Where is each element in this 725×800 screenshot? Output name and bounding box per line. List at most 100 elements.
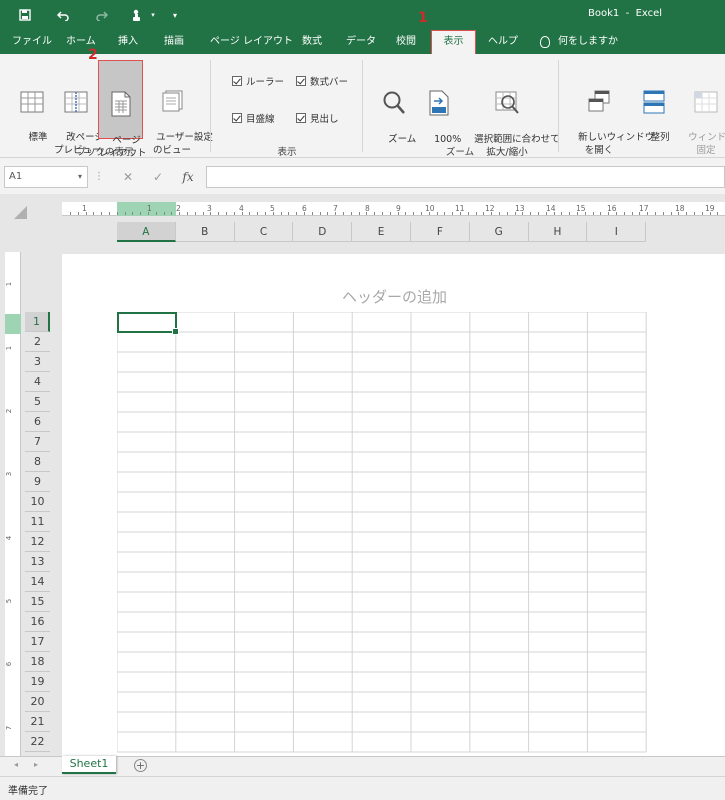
tab-view[interactable]: 表示 [431, 30, 476, 54]
gridlines-checkbox[interactable]: 目盛線 [232, 111, 275, 125]
column-header-d[interactable]: D [293, 222, 353, 242]
selected-cell[interactable] [117, 312, 179, 335]
ruler-tick [226, 212, 227, 215]
tab-formulas[interactable]: 数式 [302, 30, 322, 54]
ruler-number: 2 [5, 408, 14, 414]
freeze-panes-button[interactable]: ウィンドウ枠の 固定 [676, 64, 725, 170]
ruler-tick [686, 212, 688, 215]
column-header-a[interactable]: A [117, 222, 176, 242]
ruler-tick [545, 212, 547, 215]
ruler-tick [483, 212, 485, 215]
ruler-checkbox[interactable]: ルーラー [232, 74, 284, 88]
ruler-tick [647, 212, 649, 215]
zoom-selection-icon [495, 91, 519, 114]
column-header-c[interactable]: C [234, 222, 294, 242]
ruler-tick [530, 212, 532, 215]
tab-data[interactable]: データ [346, 30, 376, 54]
row-header-12[interactable]: 12 [25, 532, 50, 552]
add-sheet-icon[interactable]: + [134, 759, 147, 772]
sheet-tab-sheet1[interactable]: Sheet1 [62, 756, 116, 774]
row-header-7[interactable]: 7 [25, 432, 50, 452]
tab-draw[interactable]: 描画 [164, 30, 184, 54]
ruler-tick [202, 212, 204, 215]
ruler-number: 4 [5, 535, 14, 541]
row-header-1[interactable]: 1 [25, 312, 50, 332]
headings-checkbox[interactable]: 見出し [296, 111, 339, 125]
row-header-16[interactable]: 16 [25, 612, 50, 632]
redo-icon[interactable] [90, 0, 112, 30]
chevron-down-icon[interactable]: ▾ [78, 167, 82, 187]
scroll-right-icon[interactable]: ▸ [34, 760, 38, 769]
row-header-20[interactable]: 20 [25, 692, 50, 712]
ruler-tick [569, 212, 571, 215]
cell-grid[interactable] [117, 312, 647, 756]
name-box[interactable]: A1 ▾ [4, 166, 88, 188]
ruler-tick [70, 212, 71, 215]
tab-page-layout[interactable]: ページ レイアウト [210, 30, 293, 54]
row-header-22[interactable]: 22 [25, 732, 50, 752]
column-header-g[interactable]: G [469, 222, 529, 242]
ruler-tick [655, 212, 656, 215]
save-icon[interactable] [14, 0, 36, 30]
ruler-tick [522, 212, 524, 215]
row-header-5[interactable]: 5 [25, 392, 50, 412]
ruler-tick [288, 212, 290, 215]
row-header-21[interactable]: 21 [25, 712, 50, 732]
row-header-2[interactable]: 2 [25, 332, 50, 352]
touch-mode-dropdown-icon[interactable]: ▾ [142, 0, 164, 30]
arrange-all-button[interactable]: 整列 [638, 64, 670, 157]
row-header-18[interactable]: 18 [25, 652, 50, 672]
row-header-9[interactable]: 9 [25, 472, 50, 492]
ruler-tick [93, 212, 95, 215]
status-text: 準備完了 [8, 786, 48, 797]
insert-function-icon[interactable]: fx [176, 166, 200, 188]
ruler-tick [366, 212, 368, 215]
column-header-i[interactable]: I [587, 222, 647, 242]
add-header-placeholder[interactable]: ヘッダーの追加 [342, 286, 447, 307]
formula-input[interactable] [206, 166, 725, 188]
ruler-tick [249, 212, 251, 215]
tab-review[interactable]: 校閲 [396, 30, 416, 54]
row-header-8[interactable]: 8 [25, 452, 50, 472]
page-layout-view-button[interactable]: ページ レイアウト [98, 60, 147, 159]
freeze-panes-label: ウィンドウ枠の 固定 [688, 132, 725, 156]
workbook-views-group-label: ブックの表示 [76, 147, 134, 158]
row-header-13[interactable]: 13 [25, 552, 50, 572]
column-header-f[interactable]: F [411, 222, 470, 242]
column-header-h[interactable]: H [528, 222, 588, 242]
row-header-15[interactable]: 15 [25, 592, 50, 612]
row-header-17[interactable]: 17 [25, 632, 50, 652]
row-header-6[interactable]: 6 [25, 412, 50, 432]
column-header-b[interactable]: B [175, 222, 235, 242]
undo-icon[interactable] [52, 0, 74, 30]
normal-view-label: 標準 [28, 132, 48, 143]
row-header-14[interactable]: 14 [25, 572, 50, 592]
row-header-11[interactable]: 11 [25, 512, 50, 532]
row-header-4[interactable]: 4 [25, 372, 50, 392]
tab-insert[interactable]: 挿入 [118, 30, 138, 54]
ruler-number: 3 [5, 471, 14, 477]
tab-file[interactable]: ファイル [12, 30, 52, 54]
ruler-tick [577, 212, 578, 215]
cancel-icon[interactable]: ✕ [116, 166, 140, 188]
enter-icon[interactable]: ✓ [146, 166, 170, 188]
customize-qat-icon[interactable]: ▾ [164, 0, 186, 30]
ruler-tick [514, 212, 516, 215]
ruler-tick [421, 212, 422, 215]
ruler-tick [101, 212, 103, 215]
formula-bar-checkbox[interactable]: 数式バー [296, 74, 348, 88]
page-break-preview-icon [64, 91, 88, 113]
column-header-e[interactable]: E [352, 222, 411, 242]
row-header-3[interactable]: 3 [25, 352, 50, 372]
more-options-icon[interactable]: ⋮ [88, 166, 110, 188]
select-all-icon[interactable] [14, 206, 27, 219]
ruler-tick [397, 212, 399, 215]
ruler-tick [335, 212, 337, 215]
row-header-19[interactable]: 19 [25, 672, 50, 692]
magnifier-icon [383, 91, 405, 114]
scroll-left-icon[interactable]: ◂ [14, 760, 18, 769]
row-header-10[interactable]: 10 [25, 492, 50, 512]
new-window-button[interactable]: 新しいウィンドウ を開く [566, 64, 654, 170]
tab-help[interactable]: ヘルプ [488, 30, 518, 54]
tell-me-search[interactable]: 何をしますか [540, 30, 618, 54]
